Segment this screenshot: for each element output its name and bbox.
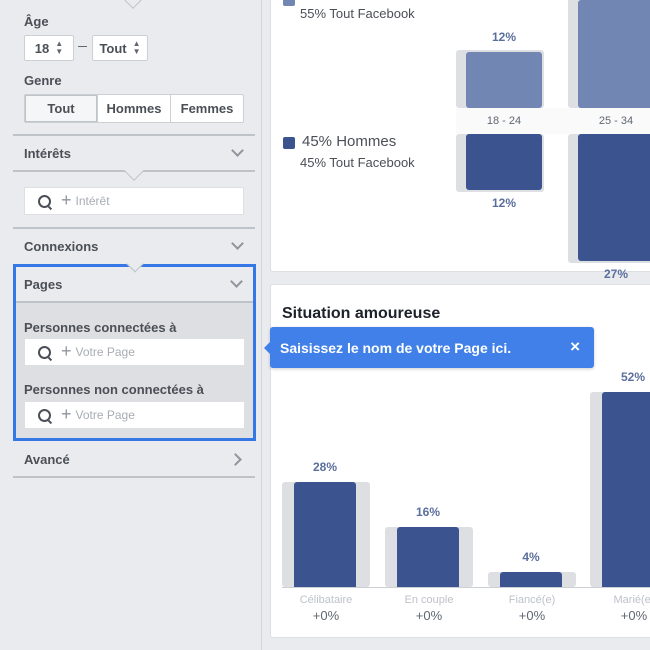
bar-2: [500, 572, 562, 587]
chart-baseline: [282, 587, 650, 588]
bar-men-25-34: [578, 134, 650, 261]
gender-option-all[interactable]: Tout: [25, 95, 97, 122]
age-tick-label: 18 - 24: [486, 115, 522, 127]
range-dash: [78, 46, 87, 47]
category-label: Marié(e): [613, 594, 650, 606]
interests-placeholder: Intérêt: [75, 194, 110, 208]
not-connected-page-placeholder: Votre Page: [75, 408, 135, 422]
category-delta: +0%: [620, 608, 648, 623]
legend-men-main: 45% Hommes: [302, 133, 397, 150]
updown-icon: ▲ ▼: [55, 39, 64, 56]
pages-label: Pages: [24, 276, 63, 292]
age-max-select[interactable]: Tout ▲ ▼: [92, 35, 148, 61]
category-delta: +0%: [518, 608, 546, 623]
filter-sidebar: Âge 18 ▲ ▼ Tout ▲ ▼ Genre Tout Hommes Femm…: [0, 0, 262, 650]
bar-women-18-24: [466, 51, 542, 108]
not-connected-to-label: Personnes non connectées à: [24, 382, 204, 397]
age-min-select[interactable]: 18 ▲ ▼: [24, 35, 74, 61]
bar-women-25-34: [578, 0, 650, 108]
category-delta: +0%: [312, 608, 340, 623]
gender-segmented-control: Tout Hommes Femmes: [24, 94, 244, 123]
search-icon: [38, 345, 51, 359]
category-label: Célibataire: [299, 594, 353, 606]
value-label: 16%: [415, 505, 441, 519]
value-label: 52%: [620, 370, 646, 384]
advanced-label: Avancé: [24, 451, 70, 467]
age-max-value: Tout: [99, 40, 127, 56]
connections-label: Connexions: [24, 238, 99, 254]
legend-women-sub: 55% Tout Facebook: [300, 6, 415, 21]
connected-page-placeholder: Votre Page: [75, 345, 135, 359]
close-icon[interactable]: ×: [570, 338, 580, 355]
advanced-section-header[interactable]: Avancé: [13, 442, 255, 476]
audience-insights: Âge 18 ▲ ▼ Tout ▲ ▼ Genre Tout Hommes Femm…: [0, 0, 650, 650]
gender-option-men[interactable]: Hommes: [97, 95, 170, 122]
bar-0: [294, 482, 356, 587]
chevron-down-icon: [231, 144, 244, 157]
age-tick-label: 25 - 34: [598, 115, 634, 127]
chevron-down-icon: [230, 275, 243, 288]
plus-icon: +: [61, 341, 72, 361]
connected-to-label: Personnes connectées à: [24, 320, 177, 335]
gender-label: Genre: [24, 73, 62, 88]
age-label: Âge: [24, 14, 49, 29]
value-label: 28%: [312, 460, 338, 474]
search-icon: [38, 408, 51, 422]
legend-men-sub: 45% Tout Facebook: [300, 155, 415, 170]
category-label: Fiancé(e): [508, 594, 556, 606]
bar-1: [397, 527, 459, 587]
chevron-down-icon: [231, 237, 244, 250]
section-caret: [123, 0, 143, 9]
value-label: 27%: [603, 266, 629, 281]
divider: [13, 476, 255, 478]
tooltip-text: Saisissez le nom de votre Page ici.: [280, 339, 512, 356]
value-label: 12%: [491, 29, 517, 44]
interests-label: Intérêts: [24, 145, 71, 161]
bar-men-18-24: [466, 134, 542, 191]
value-label: 12%: [491, 196, 517, 211]
chevron-right-icon: [229, 452, 242, 466]
not-connected-page-input[interactable]: + Votre Page: [24, 401, 245, 429]
category-delta: +0%: [415, 608, 443, 623]
age-min-value: 18: [34, 40, 50, 56]
value-label: 4%: [522, 550, 540, 564]
gender-option-women[interactable]: Femmes: [170, 95, 243, 122]
updown-icon: ▲ ▼: [132, 39, 141, 56]
category-label: En couple: [404, 594, 454, 606]
relationship-title: Situation amoureuse: [282, 305, 441, 322]
connected-page-input[interactable]: + Votre Page: [24, 338, 245, 366]
legend-men-swatch: [283, 137, 295, 149]
legend-women-swatch: [283, 0, 295, 6]
interests-search-input[interactable]: + Intérêt: [24, 187, 244, 215]
page-hint-tooltip: Saisissez le nom de votre Page ici. ×: [264, 327, 594, 368]
bar-3: [602, 392, 650, 587]
pages-section: Pages Personnes connectées à + Votre Pag…: [13, 255, 256, 441]
search-icon: [38, 194, 51, 208]
plus-icon: +: [61, 404, 72, 424]
plus-icon: +: [61, 190, 72, 210]
